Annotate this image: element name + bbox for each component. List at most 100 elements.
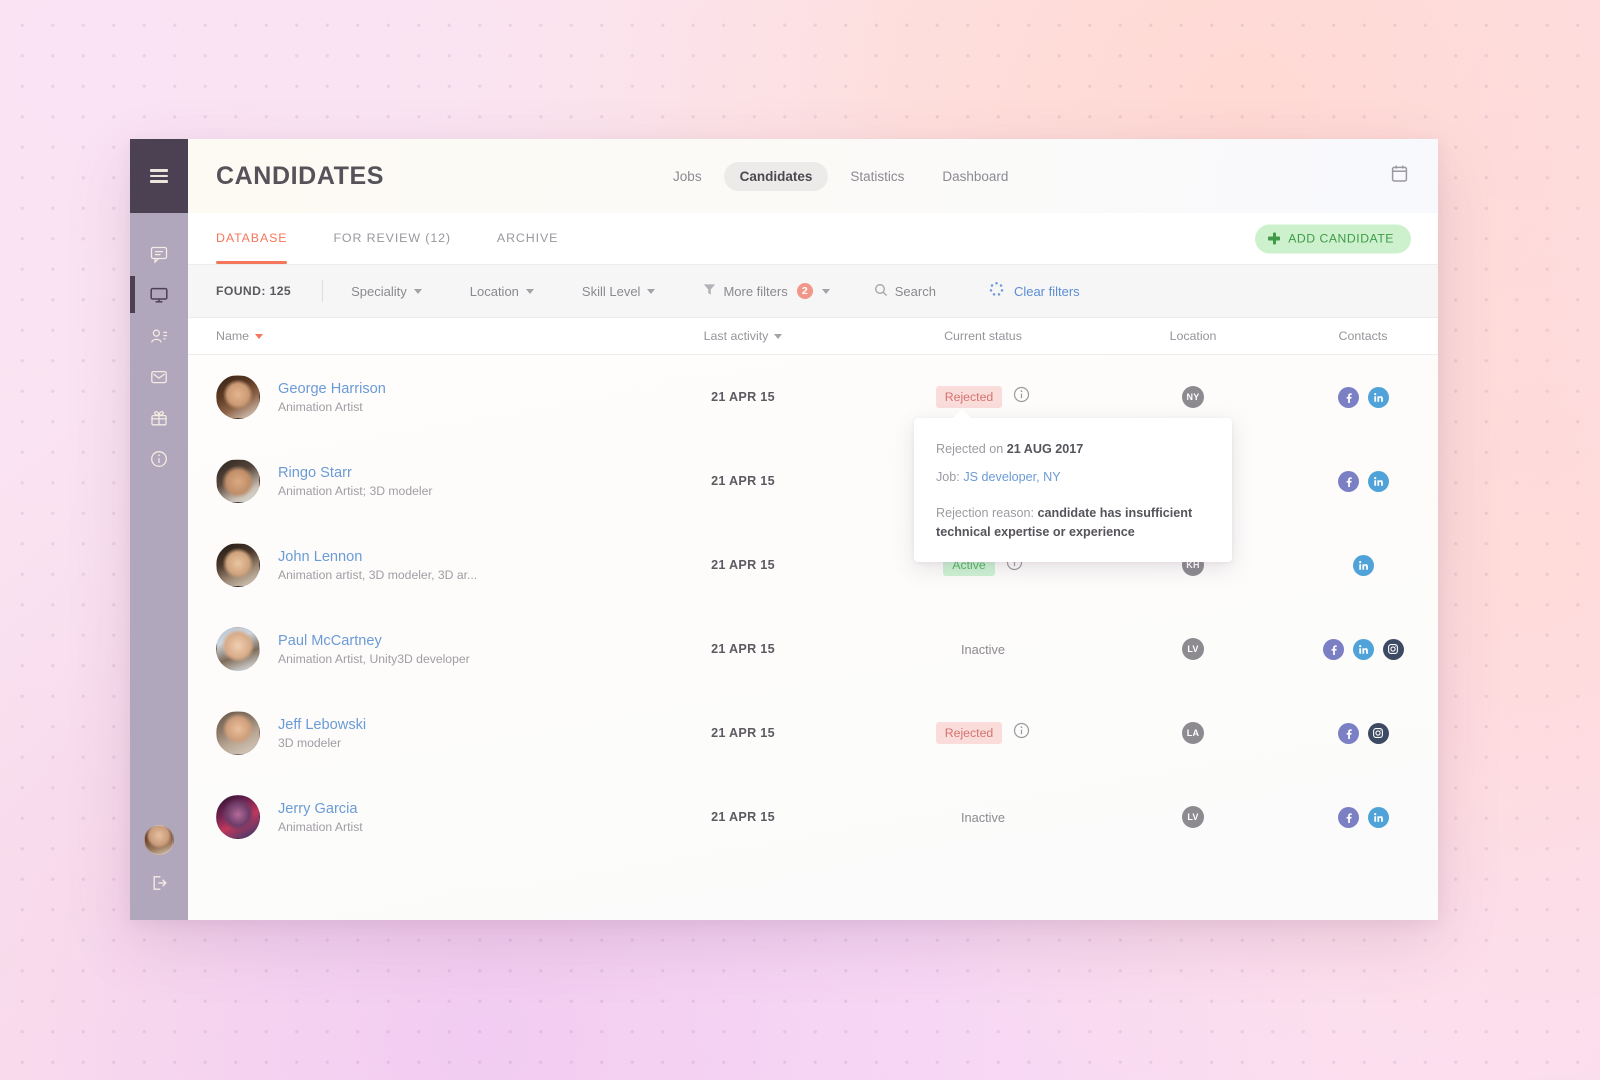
avatar[interactable] [216,543,260,587]
table-row[interactable]: Paul McCartney Animation Artist, Unity3D… [188,607,1438,691]
cell-last-activity: 21 APR 15 [711,390,775,404]
facebook-icon[interactable] [1337,722,1359,744]
table-row[interactable]: George Harrison Animation Artist 21 APR … [188,355,1438,439]
candidate-name-link[interactable]: John Lennon [278,549,477,565]
cell-contacts [1288,722,1438,744]
column-header-name-label: Name [216,329,250,343]
candidate-speciality: Animation Artist; 3D modeler [278,483,433,498]
sidebar-item-monitor[interactable] [130,274,188,315]
column-header-name[interactable]: Name [188,329,618,343]
candidate-name-link[interactable]: Jeff Lebowski [278,717,366,733]
status-badge: Inactive [960,641,1006,657]
cell-last-activity: 21 APR 15 [711,474,775,488]
tab-archive[interactable]: ARCHIVE [497,231,558,247]
table-body: George Harrison Animation Artist 21 APR … [188,355,1438,920]
table-row[interactable]: Ringo Starr Animation Artist; 3D modeler… [188,439,1438,523]
avatar[interactable] [216,627,260,671]
sidebar-item-info[interactable] [130,438,188,479]
cell-last-activity: 21 APR 15 [711,642,775,656]
status-info-icon[interactable] [1013,386,1030,408]
tab-database[interactable]: DATABASE [216,231,288,264]
column-header-location: Location [1098,329,1288,343]
filter-location-label: Location [469,283,519,299]
linkedin-icon[interactable] [1352,638,1374,660]
cell-contacts [1288,470,1438,492]
table-row[interactable]: John Lennon Animation artist, 3D modeler… [188,523,1438,607]
table-row[interactable]: Jerry Garcia Animation Artist 21 APR 15 … [188,775,1438,859]
gift-icon [149,408,169,428]
logout-icon [149,876,169,897]
tooltip-job-link[interactable]: JS developer, NY [963,470,1060,484]
topnav-item-jobs[interactable]: Jobs [657,162,718,191]
candidate-name-link[interactable]: Ringo Starr [278,465,432,481]
filter-speciality[interactable]: Speciality [351,284,422,299]
sidebar-item-contacts[interactable] [130,315,188,356]
facebook-icon[interactable] [1337,386,1359,408]
monitor-icon [149,285,169,305]
avatar[interactable] [216,459,260,503]
linkedin-icon[interactable] [1367,470,1389,492]
calendar-button[interactable] [1389,163,1410,189]
candidate-speciality: Animation Artist, Unity3D developer [278,651,470,666]
tab-for-review[interactable]: FOR REVIEW (12) [333,231,450,247]
candidate-name-link[interactable]: George Harrison [278,381,386,397]
avatar[interactable] [144,825,174,855]
instagram-icon[interactable] [1367,722,1389,744]
funnel-icon [703,283,716,299]
chevron-down-icon [647,288,656,294]
facebook-icon[interactable] [1337,470,1359,492]
instagram-icon[interactable] [1382,638,1404,660]
topnav-item-dashboard[interactable]: Dashboard [926,162,1024,191]
clear-filters-button[interactable]: Clear filters [988,281,1080,301]
sidebar [130,139,188,920]
location-badge[interactable]: LV [1182,638,1204,660]
location-badge[interactable]: LA [1182,722,1204,744]
sidebar-icon-list [130,233,188,479]
avatar[interactable] [216,375,260,419]
linkedin-icon[interactable] [1367,386,1389,408]
sidebar-item-chat[interactable] [130,233,188,274]
info-icon [149,449,169,469]
status-info-icon[interactable] [1013,722,1030,744]
filter-speciality-label: Speciality [351,283,407,299]
chevron-down-icon [413,288,422,294]
filter-skill-level[interactable]: Skill Level [582,284,656,299]
column-header-last-activity[interactable]: Last activity [618,329,868,343]
table-row[interactable]: Jeff Lebowski 3D modeler 21 APR 15 Rejec… [188,691,1438,775]
linkedin-icon[interactable] [1367,806,1389,828]
candidate-name-link[interactable]: Jerry Garcia [278,801,363,817]
add-candidate-button[interactable]: ADD CANDIDATE [1255,224,1411,253]
facebook-icon[interactable] [1322,638,1344,660]
facebook-icon[interactable] [1337,806,1359,828]
candidate-speciality: Animation Artist [278,399,363,414]
search-icon [874,283,888,300]
main-content: CANDIDATES Jobs Candidates Statistics Da… [188,139,1438,920]
location-badge[interactable]: NY [1182,386,1204,408]
topnav-item-statistics[interactable]: Statistics [834,162,920,191]
logout-button[interactable] [149,873,169,898]
candidate-name-link[interactable]: Paul McCartney [278,633,470,649]
cell-last-activity: 21 APR 15 [711,726,775,740]
hamburger-menu-button[interactable] [130,139,188,213]
app-window: CANDIDATES Jobs Candidates Statistics Da… [130,139,1438,920]
search-input[interactable]: Search [874,283,936,300]
cell-location: LV [1098,806,1288,828]
filter-skill-level-label: Skill Level [581,283,641,299]
avatar[interactable] [216,795,260,839]
linkedin-icon[interactable] [1352,554,1374,576]
tooltip-reason-label: Rejection reason: [936,505,1035,520]
tooltip-rejected-date: 21 AUG 2017 [1006,442,1084,456]
topnav-item-candidates[interactable]: Candidates [723,161,829,191]
cell-status: Inactive [868,642,1098,657]
sidebar-item-gifts[interactable] [130,397,188,438]
sidebar-item-mail[interactable] [130,356,188,397]
location-badge[interactable]: LV [1182,806,1204,828]
filter-location[interactable]: Location [470,284,534,299]
tooltip-rejected-line: Rejected on 21 AUG 2017 [936,440,1208,459]
filter-more-filters[interactable]: More filters 2 [703,283,830,299]
candidate-speciality: Animation Artist [278,819,363,834]
rejection-tooltip: Rejected on 21 AUG 2017 Job: JS develope… [914,409,1232,562]
found-count: FOUND: 125 [216,284,292,298]
avatar[interactable] [216,711,260,755]
app-header: CANDIDATES Jobs Candidates Statistics Da… [188,139,1438,213]
